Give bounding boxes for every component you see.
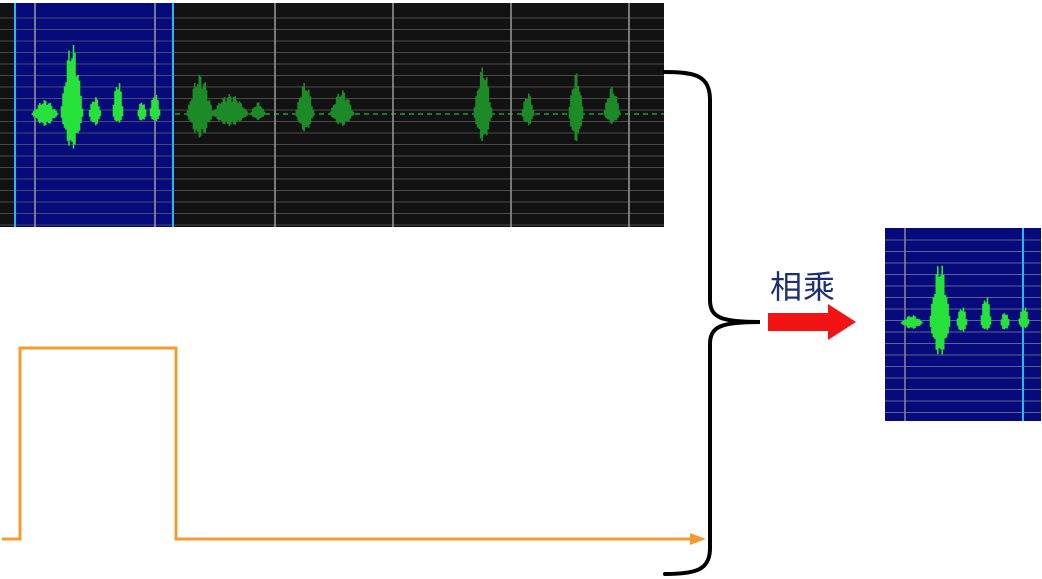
speech-waveform-panel: [0, 3, 664, 227]
rect-window-line: [2, 346, 695, 541]
windowed-result-panel: [885, 228, 1041, 421]
windowing-diagram: [0, 3, 1041, 576]
multiply-label: 相乘: [770, 268, 837, 306]
right-curly-brace: [663, 70, 761, 576]
rectangular-window-function: [2, 346, 706, 545]
right-arrow-icon: [768, 304, 856, 340]
axis-arrow-icon: [690, 533, 706, 545]
